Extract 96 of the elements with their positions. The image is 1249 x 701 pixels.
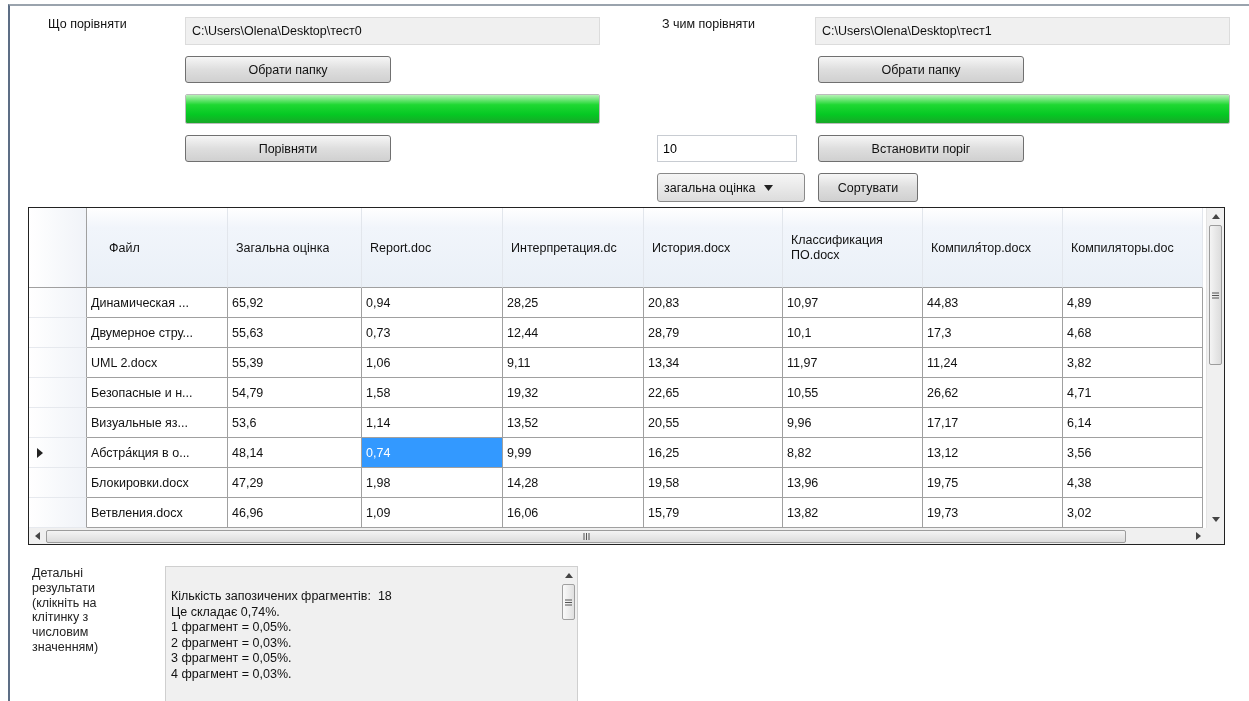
vertical-scrollbar[interactable] [1206, 208, 1224, 528]
table-cell: 55,63 [228, 318, 362, 348]
sort-dropdown[interactable]: загальна оцінка [657, 173, 805, 202]
table-cell: 54,79 [228, 378, 362, 408]
table-cell: 3,82 [1063, 348, 1203, 378]
column-header[interactable]: Загальна оцінка [228, 208, 362, 288]
grip-icon [565, 598, 572, 606]
dropdown-arrow-icon [763, 184, 773, 191]
table-cell: 19,58 [644, 468, 783, 498]
table-cell: Двумерное стру... [87, 318, 228, 348]
table-cell: 11,97 [783, 348, 923, 378]
table-cell: 53,6 [228, 408, 362, 438]
grip-icon [1212, 291, 1219, 299]
table-cell: 47,29 [228, 468, 362, 498]
choose-folder-button[interactable]: Обрати папку [818, 56, 1024, 83]
table-cell: 55,39 [228, 348, 362, 378]
table-cell: 12,44 [503, 318, 644, 348]
table-cell: 4,89 [1063, 288, 1203, 318]
path-field[interactable]: C:\Users\Olena\Desktop\тест0 [185, 17, 600, 45]
compare-button[interactable]: Порівняти [185, 135, 391, 162]
table-cell: 9,99 [503, 438, 644, 468]
table-cell: 1,98 [362, 468, 503, 498]
table-cell: 14,28 [503, 468, 644, 498]
column-header[interactable]: Компиля́тор.docx [923, 208, 1063, 288]
details-line: 1 фрагмент = 0,05%. [171, 620, 293, 636]
threshold-field[interactable]: 10 [657, 135, 797, 162]
table-cell: 4,38 [1063, 468, 1203, 498]
table-cell: 10,1 [783, 318, 923, 348]
details-text-area[interactable]: Кількість запозичених фрагментів: 18 Це складає 0,74%. 1 фрагмент = 0,05%. 2 фрагмент = 0,03%. 3 фрагмент = 0,05%. 4 фрагмент = 0,03%. [165, 566, 578, 701]
scroll-up-icon[interactable] [1211, 214, 1220, 219]
table-cell: 4,68 [1063, 318, 1203, 348]
column-header[interactable]: Report.doc [362, 208, 503, 288]
details-line: 4 фрагмент = 0,03%. [171, 666, 293, 682]
row-header[interactable] [29, 438, 87, 468]
table-cell: 44,83 [923, 288, 1063, 318]
details-line: Кількість запозичених фрагментів: 18 [171, 589, 393, 605]
path-field[interactable]: C:\Users\Olena\Desktop\тест1 [815, 17, 1230, 45]
table-cell: 20,83 [644, 288, 783, 318]
table-cell: 1,06 [362, 348, 503, 378]
column-header[interactable]: Интерпретация.dc [503, 208, 644, 288]
details-label: Детальні результати (клікніть на клітинку з числовим значенням) [32, 566, 100, 656]
table-cell: 0,94 [362, 288, 503, 318]
table-cell: Безопасные и н... [87, 378, 228, 408]
scroll-left-icon[interactable] [35, 532, 40, 540]
table-cell: 26,62 [923, 378, 1063, 408]
table-cell: 16,25 [644, 438, 783, 468]
column-header[interactable]: Компиляторы.doc [1063, 208, 1203, 288]
table-cell: Блокировки.docx [87, 468, 228, 498]
table-cell: 13,34 [644, 348, 783, 378]
table-cell: 0,74 [362, 438, 503, 468]
table-cell: 17,17 [923, 408, 1063, 438]
table-cell: 13,12 [923, 438, 1063, 468]
table-cell: 28,25 [503, 288, 644, 318]
table-cell: Динамическая ... [87, 288, 228, 318]
field-label: Що порівняти [48, 17, 128, 31]
table-cell: Абстра́кция в о... [87, 438, 228, 468]
table-cell: 19,75 [923, 468, 1063, 498]
table-cell: 0,73 [362, 318, 503, 348]
horizontal-scrollbar[interactable] [29, 528, 1224, 544]
table-cell: UML 2.docx [87, 348, 228, 378]
details-line: 2 фрагмент = 0,03%. [171, 635, 293, 651]
set-threshold-button[interactable]: Встановити поріг [818, 135, 1024, 162]
table-cell: 11,24 [923, 348, 1063, 378]
table-cell: 22,65 [644, 378, 783, 408]
table-cell: 28,79 [644, 318, 783, 348]
details-line: Це складає 0,74%. [171, 604, 281, 620]
table-cell: 17,3 [923, 318, 1063, 348]
scroll-down-icon[interactable] [1211, 517, 1220, 522]
scroll-thumb[interactable] [562, 584, 575, 620]
table-cell: 3,56 [1063, 438, 1203, 468]
table-cell: 9,96 [783, 408, 923, 438]
table-cell: 9,11 [503, 348, 644, 378]
table-cell: 20,55 [644, 408, 783, 438]
table-cell: Визуальные яз... [87, 408, 228, 438]
scroll-thumb[interactable] [46, 529, 1126, 543]
table-cell: 13,96 [783, 468, 923, 498]
table-cell: 4,71 [1063, 378, 1203, 408]
table-cell: 65,92 [228, 288, 362, 318]
table-cell: 13,52 [503, 408, 644, 438]
table-cell: 1,58 [362, 378, 503, 408]
field-label: З чим порівняти [662, 17, 757, 31]
scroll-thumb[interactable] [1209, 225, 1222, 365]
column-header[interactable]: Классификация ПО.docx [783, 208, 923, 288]
scroll-right-icon[interactable] [1196, 532, 1201, 540]
table-cell: 8,82 [783, 438, 923, 468]
choose-folder-button[interactable]: Обрати папку [185, 56, 391, 83]
table-cell: 10,97 [783, 288, 923, 318]
grip-icon [582, 532, 590, 540]
column-header[interactable]: История.docx [644, 208, 783, 288]
table-cell: 10,55 [783, 378, 923, 408]
table-cell: 19,32 [503, 378, 644, 408]
sort-button[interactable]: Сортувати [818, 173, 918, 202]
details-line: 3 фрагмент = 0,05%. [171, 651, 293, 667]
table-cell: 6,14 [1063, 408, 1203, 438]
scroll-up-icon[interactable] [564, 573, 573, 578]
column-header[interactable]: Файл [87, 208, 228, 288]
